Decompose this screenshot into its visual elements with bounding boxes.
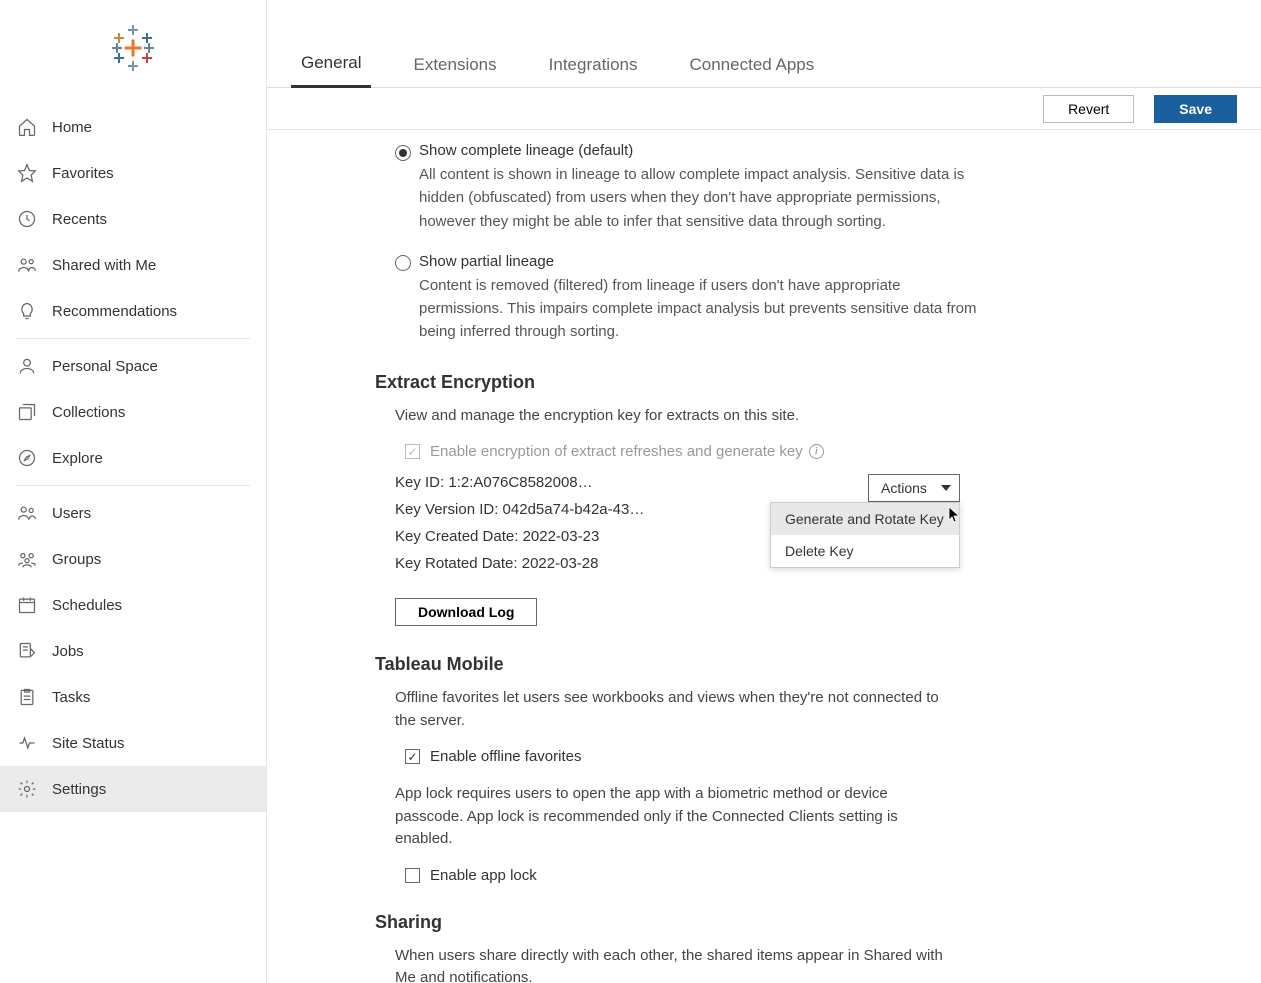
revert-button[interactable]: Revert xyxy=(1043,95,1134,123)
key-rotated-line: Key Rotated Date: 2022-03-28 xyxy=(395,555,644,572)
star-icon xyxy=(16,162,38,184)
checkbox-icon[interactable] xyxy=(405,868,420,883)
tab-extensions[interactable]: Extensions xyxy=(403,35,506,87)
clock-icon xyxy=(16,208,38,230)
enable-app-lock-row[interactable]: Enable app lock xyxy=(405,867,1213,884)
radio-label: Show partial lineage xyxy=(419,253,979,270)
save-button[interactable]: Save xyxy=(1154,95,1237,123)
key-version-line: Key Version ID: 042d5a74-b42a-43… xyxy=(395,501,644,518)
nav-label: Home xyxy=(52,119,92,136)
nav-label: Groups xyxy=(52,551,101,568)
tableau-mobile-desc: Offline favorites let users see workbook… xyxy=(395,687,955,732)
tableau-mobile-heading: Tableau Mobile xyxy=(375,654,1213,675)
nav-label: Explore xyxy=(52,450,103,467)
radio-description: All content is shown in lineage to allow… xyxy=(419,163,979,233)
sidebar-item-users[interactable]: Users xyxy=(0,490,266,536)
shared-icon xyxy=(16,254,38,276)
collections-icon xyxy=(16,401,38,423)
sidebar-item-explore[interactable]: Explore xyxy=(0,435,266,481)
bulb-icon xyxy=(16,300,38,322)
app-lock-desc: App lock requires users to open the app … xyxy=(395,783,955,851)
key-id-line: Key ID: 1:2:A076C8582008… xyxy=(395,474,644,491)
status-icon xyxy=(16,732,38,754)
sidebar-item-site-status[interactable]: Site Status xyxy=(0,720,266,766)
tab-connected-apps[interactable]: Connected Apps xyxy=(680,35,825,87)
users-icon xyxy=(16,502,38,524)
gear-icon xyxy=(16,778,38,800)
nav-label: Schedules xyxy=(52,597,122,614)
groups-icon xyxy=(16,548,38,570)
sidebar-item-schedules[interactable]: Schedules xyxy=(0,582,266,628)
compass-icon xyxy=(16,447,38,469)
check-label: Enable encryption of extract refreshes a… xyxy=(430,443,803,460)
extract-encryption-heading: Extract Encryption xyxy=(375,372,1213,393)
check-label: Enable offline favorites xyxy=(430,748,582,765)
actions-label: Actions xyxy=(881,480,927,496)
sharing-desc: When users share directly with each othe… xyxy=(395,945,955,983)
sidebar-item-favorites[interactable]: Favorites xyxy=(0,150,266,196)
sidebar-item-collections[interactable]: Collections xyxy=(0,389,266,435)
radio-partial-lineage[interactable]: Show partial lineage Content is removed … xyxy=(395,253,1213,344)
logo-container xyxy=(0,0,266,100)
sidebar-item-shared[interactable]: Shared with Me xyxy=(0,242,266,288)
tab-integrations[interactable]: Integrations xyxy=(539,35,648,87)
menu-delete-key[interactable]: Delete Key xyxy=(771,535,959,567)
nav-label: Personal Space xyxy=(52,358,158,375)
menu-generate-rotate-key[interactable]: Generate and Rotate Key xyxy=(771,503,959,535)
nav-label: Recommendations xyxy=(52,303,177,320)
nav-label: Collections xyxy=(52,404,125,421)
calendar-icon xyxy=(16,594,38,616)
radio-icon[interactable] xyxy=(395,255,411,271)
radio-icon[interactable] xyxy=(395,145,411,161)
jobs-icon xyxy=(16,640,38,662)
tableau-logo-icon xyxy=(109,24,157,72)
sidebar-item-jobs[interactable]: Jobs xyxy=(0,628,266,674)
checkbox-icon[interactable] xyxy=(405,749,420,764)
person-icon xyxy=(16,355,38,377)
sidebar-item-personal-space[interactable]: Personal Space xyxy=(0,343,266,389)
nav-label: Site Status xyxy=(52,735,125,752)
tasks-icon xyxy=(16,686,38,708)
key-created-line: Key Created Date: 2022-03-23 xyxy=(395,528,644,545)
checkbox-icon xyxy=(405,444,420,459)
enable-offline-favorites-row[interactable]: Enable offline favorites xyxy=(405,748,1213,765)
nav-label: Recents xyxy=(52,211,107,228)
chevron-down-icon xyxy=(941,485,951,491)
sidebar-item-settings[interactable]: Settings xyxy=(0,766,266,812)
nav-label: Shared with Me xyxy=(52,257,156,274)
radio-label: Show complete lineage (default) xyxy=(419,142,979,159)
actions-dropdown-button[interactable]: Actions xyxy=(868,474,960,502)
settings-scroll-area[interactable]: Show complete lineage (default) All cont… xyxy=(267,130,1261,983)
settings-tabs: General Extensions Integrations Connecte… xyxy=(267,0,1261,88)
sidebar-item-recommendations[interactable]: Recommendations xyxy=(0,288,266,334)
nav-label: Users xyxy=(52,505,91,522)
check-label: Enable app lock xyxy=(430,867,537,884)
sidebar-item-groups[interactable]: Groups xyxy=(0,536,266,582)
nav-label: Tasks xyxy=(52,689,90,706)
sidebar-item-recents[interactable]: Recents xyxy=(0,196,266,242)
download-log-button[interactable]: Download Log xyxy=(395,598,537,626)
tab-general[interactable]: General xyxy=(291,33,371,88)
main-content: General Extensions Integrations Connecte… xyxy=(267,0,1261,983)
info-icon[interactable]: i xyxy=(809,444,824,459)
nav-label: Jobs xyxy=(52,643,84,660)
nav-label: Settings xyxy=(52,781,106,798)
sidebar-item-tasks[interactable]: Tasks xyxy=(0,674,266,720)
extract-encryption-desc: View and manage the encryption key for e… xyxy=(395,405,955,428)
save-revert-bar: Revert Save xyxy=(267,88,1261,130)
home-icon xyxy=(16,116,38,138)
sidebar-item-home[interactable]: Home xyxy=(0,104,266,150)
enable-encryption-row: Enable encryption of extract refreshes a… xyxy=(405,443,1213,460)
sidebar: Home Favorites Recents Shared with Me Re… xyxy=(0,0,267,983)
actions-dropdown-menu: Generate and Rotate Key Delete Key xyxy=(770,502,960,568)
nav-label: Favorites xyxy=(52,165,114,182)
radio-complete-lineage[interactable]: Show complete lineage (default) All cont… xyxy=(395,142,1213,233)
radio-description: Content is removed (filtered) from linea… xyxy=(419,274,979,344)
sharing-heading: Sharing xyxy=(375,912,1213,933)
